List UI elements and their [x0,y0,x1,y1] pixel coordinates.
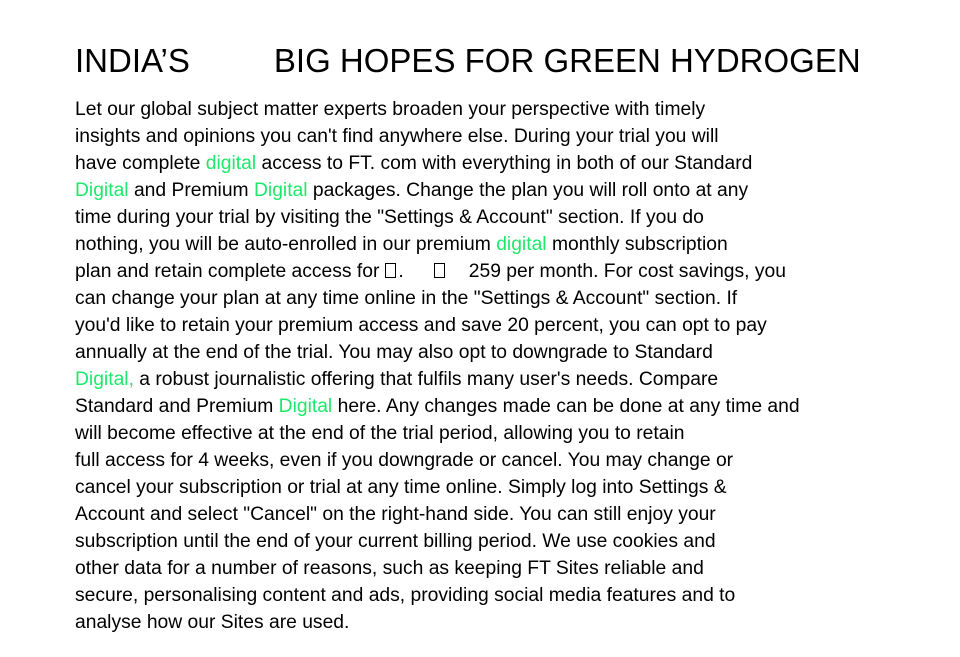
body-text-segment: will become effective at the end of the … [75,423,685,444]
body-text-segment: Account and select "Cancel" on the right… [75,504,716,525]
body-text-segment: other data for a number of reasons, such… [75,558,704,579]
body-line: Account and select "Cancel" on the right… [75,501,935,528]
body-text-segment: subscription until the end of your curre… [75,531,716,552]
body-text-segment: secure, personalising content and ads, p… [75,585,736,606]
body-line: Digital, a robust journalistic offering … [75,366,935,393]
body-line: plan and retain complete access for. 259 … [75,258,935,285]
body-text-segment: time during your trial by visiting the "… [75,207,704,228]
headline-part-1: INDIA’S [75,42,190,79]
highlighted-term: Digital [278,396,333,417]
body-line: have complete digital access to FT. com … [75,150,935,177]
body-line: full access for 4 weeks, even if you dow… [75,447,935,474]
highlighted-term: Digital [75,180,129,201]
highlighted-term: digital [496,234,547,255]
body-text-segment: have complete [75,153,206,174]
body-text-segment: . [398,261,404,282]
body-text-segment: packages. Change the plan you will roll … [307,180,749,201]
body-line: annually at the end of the trial. You ma… [75,339,935,366]
body-line: cancel your subscription or trial at any… [75,474,935,501]
missing-glyph-icon [385,263,397,278]
headline: INDIA’S BIG HOPES FOR GREEN HYDROGEN [75,40,935,82]
body-text-segment: Standard and Premium [75,396,279,417]
body-line: you'd like to retain your premium access… [75,312,935,339]
article: INDIA’S BIG HOPES FOR GREEN HYDROGEN Let … [75,40,935,636]
highlighted-term: digital [205,153,257,174]
body-text-segment: insights and opinions you can't find any… [75,126,719,147]
body-text-segment: here. Any changes made can be done at an… [332,396,800,417]
body-text-segment: analyse how our Sites are used. [75,612,350,633]
highlighted-term: Digital [253,180,308,201]
body-text-segment: can change your plan at any time online … [75,288,738,309]
body-text-segment: 259 per month. For cost savings, you [468,261,786,282]
body-text-segment: full access for 4 weeks, even if you dow… [75,450,734,471]
body-line: Digital and Premium Digital packages. Ch… [75,177,935,204]
body-text-segment: and Premium [128,180,254,201]
missing-glyph-icon [433,263,445,278]
body-line: time during your trial by visiting the "… [75,204,935,231]
body-line: secure, personalising content and ads, p… [75,582,935,609]
body-line: can change your plan at any time online … [75,285,935,312]
body-line: will become effective at the end of the … [75,420,935,447]
body-line: analyse how our Sites are used. [75,609,935,636]
body-line: insights and opinions you can't find any… [75,123,935,150]
body-text-segment: a robust journalistic offering that fulf… [133,369,719,390]
body-line: subscription until the end of your curre… [75,528,935,555]
body-text-segment: monthly subscription [546,234,728,255]
body-text-segment: Let our global subject matter experts br… [75,99,706,120]
body-text-segment: plan and retain complete access for [75,261,380,282]
body-text-segment: access to FT. com with everything in bot… [256,153,753,174]
body-text-segment: nothing, you will be auto-enrolled in ou… [75,234,497,255]
body-text-segment: annually at the end of the trial. You ma… [75,342,713,363]
body-text-segment: you'd like to retain your premium access… [75,315,767,336]
body-line: Let our global subject matter experts br… [75,96,935,123]
body-text: Let our global subject matter experts br… [75,96,935,636]
body-line: other data for a number of reasons, such… [75,555,935,582]
body-text-segment: cancel your subscription or trial at any… [75,477,727,498]
body-line: nothing, you will be auto-enrolled in ou… [75,231,935,258]
headline-part-2: BIG HOPES FOR GREEN HYDROGEN [273,42,861,79]
body-line: Standard and Premium Digital here. Any c… [75,393,935,420]
highlighted-term: Digital, [75,369,134,390]
